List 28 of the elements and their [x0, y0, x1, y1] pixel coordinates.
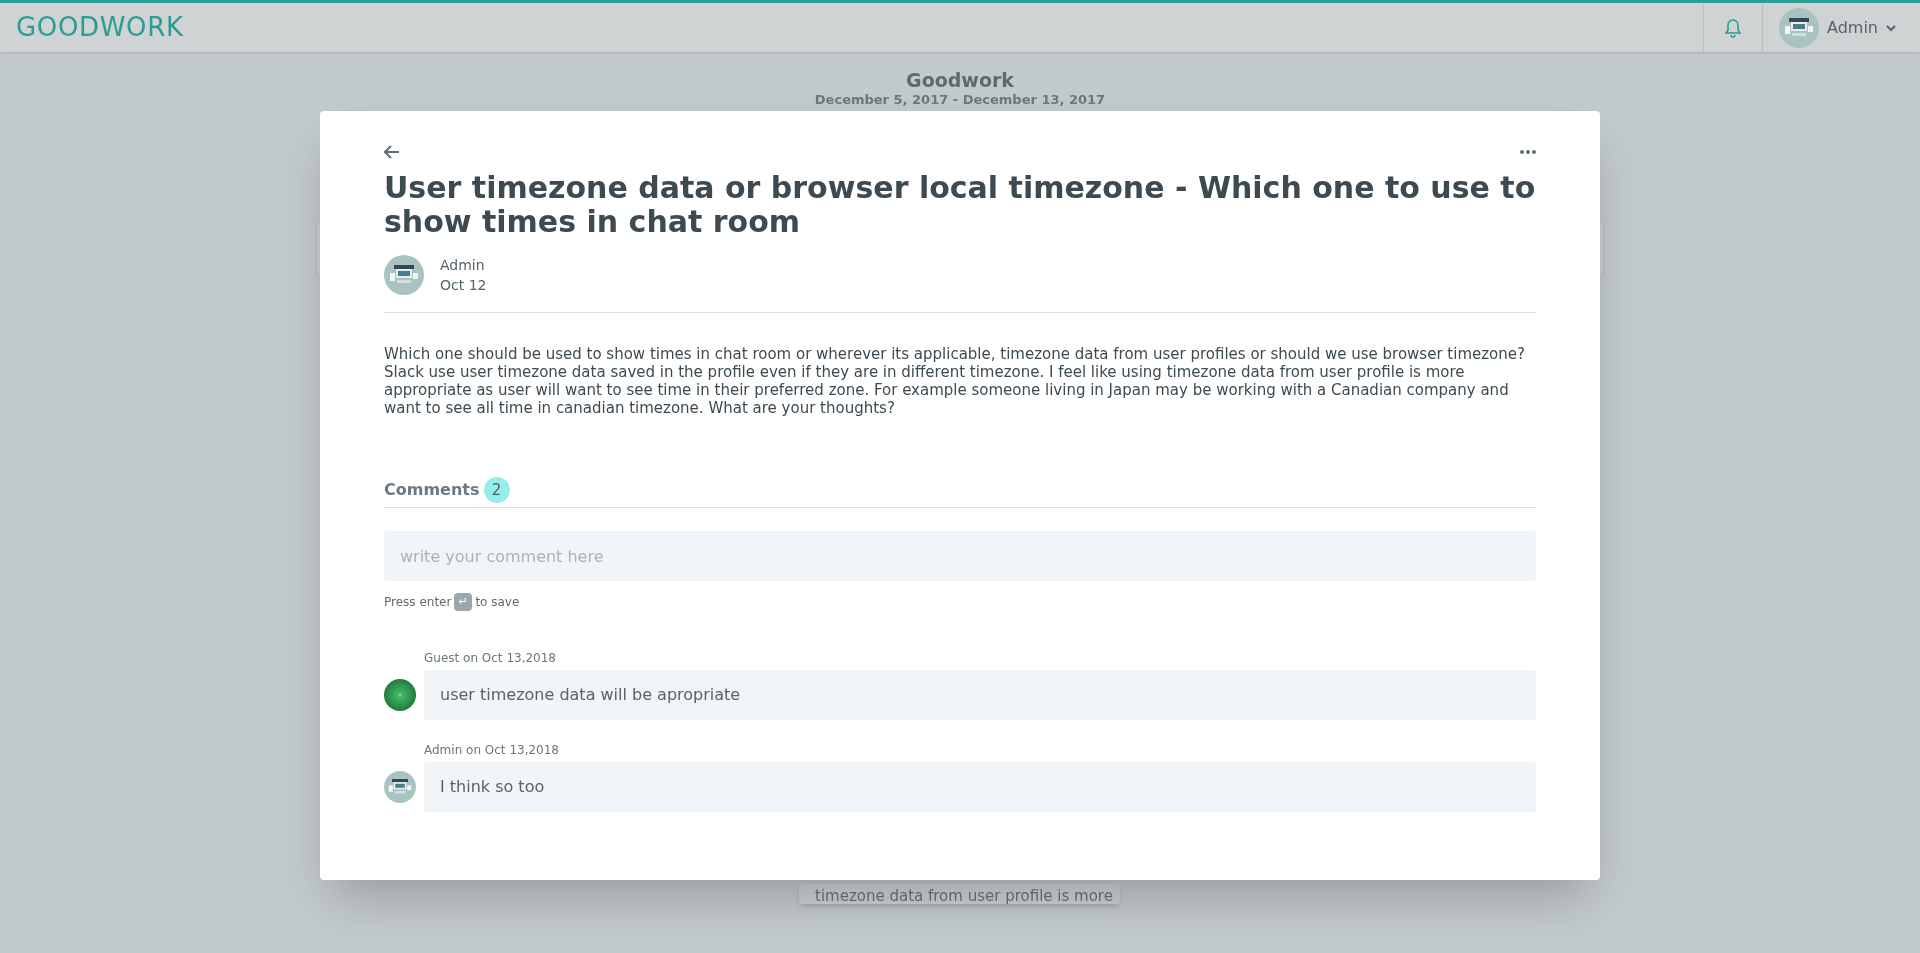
comment-meta: Admin on Oct 13,2018	[424, 742, 560, 758]
project-title: Goodwork	[906, 68, 1014, 92]
hint-text: to save	[475, 594, 520, 611]
enter-key: ↵	[454, 593, 473, 611]
comment-count: 2	[483, 477, 510, 503]
more-options-icon[interactable]	[1520, 150, 1536, 154]
caret-icon	[1886, 23, 1896, 32]
logo[interactable]: GOODWORK	[16, 8, 184, 47]
back-arrow-icon[interactable]	[384, 145, 400, 159]
post-body: Which one should be used to show times in chat room or wherever its applicable, timezone data from user profiles or should we use browser timezone? Slack use user timezone data saved in the profile even if they are in different timezone. I feel like using timezone data from user profile is more appropriate as user will want to see time in their preferred zone. For example someone living in Japan may be working with a Canadian company and want to see all time in canadian timezone. What are your thoughts?	[384, 345, 1526, 417]
hint-text: Press enter	[384, 594, 452, 611]
comments-heading: Comments	[384, 479, 480, 501]
card-text: timezone data from user profile is more	[815, 887, 1113, 905]
avatar-icon	[384, 255, 424, 295]
post-date: Oct 12	[440, 276, 487, 295]
project-dates: December 5, 2017 - December 13, 2017	[814, 92, 1106, 108]
user-menu[interactable]: Admin	[1762, 3, 1920, 52]
avatar-icon	[384, 771, 416, 803]
task-card[interactable]: timezone data from user profile is more	[799, 884, 1120, 904]
avatar-icon	[1779, 7, 1819, 48]
comment-bubble: user timezone data will be apropriate	[424, 670, 1536, 720]
author-name: Admin	[440, 256, 486, 275]
post-title: User timezone data or browser local timezone - Which one to use to show times in chat room	[384, 171, 1536, 239]
comment-bubble: I think so too	[424, 762, 1536, 812]
avatar-icon	[384, 679, 416, 711]
comment-meta: Guest on Oct 13,2018	[424, 650, 557, 666]
comment-input[interactable]: write your comment here	[384, 531, 1536, 581]
user-name: Admin	[1827, 16, 1878, 39]
